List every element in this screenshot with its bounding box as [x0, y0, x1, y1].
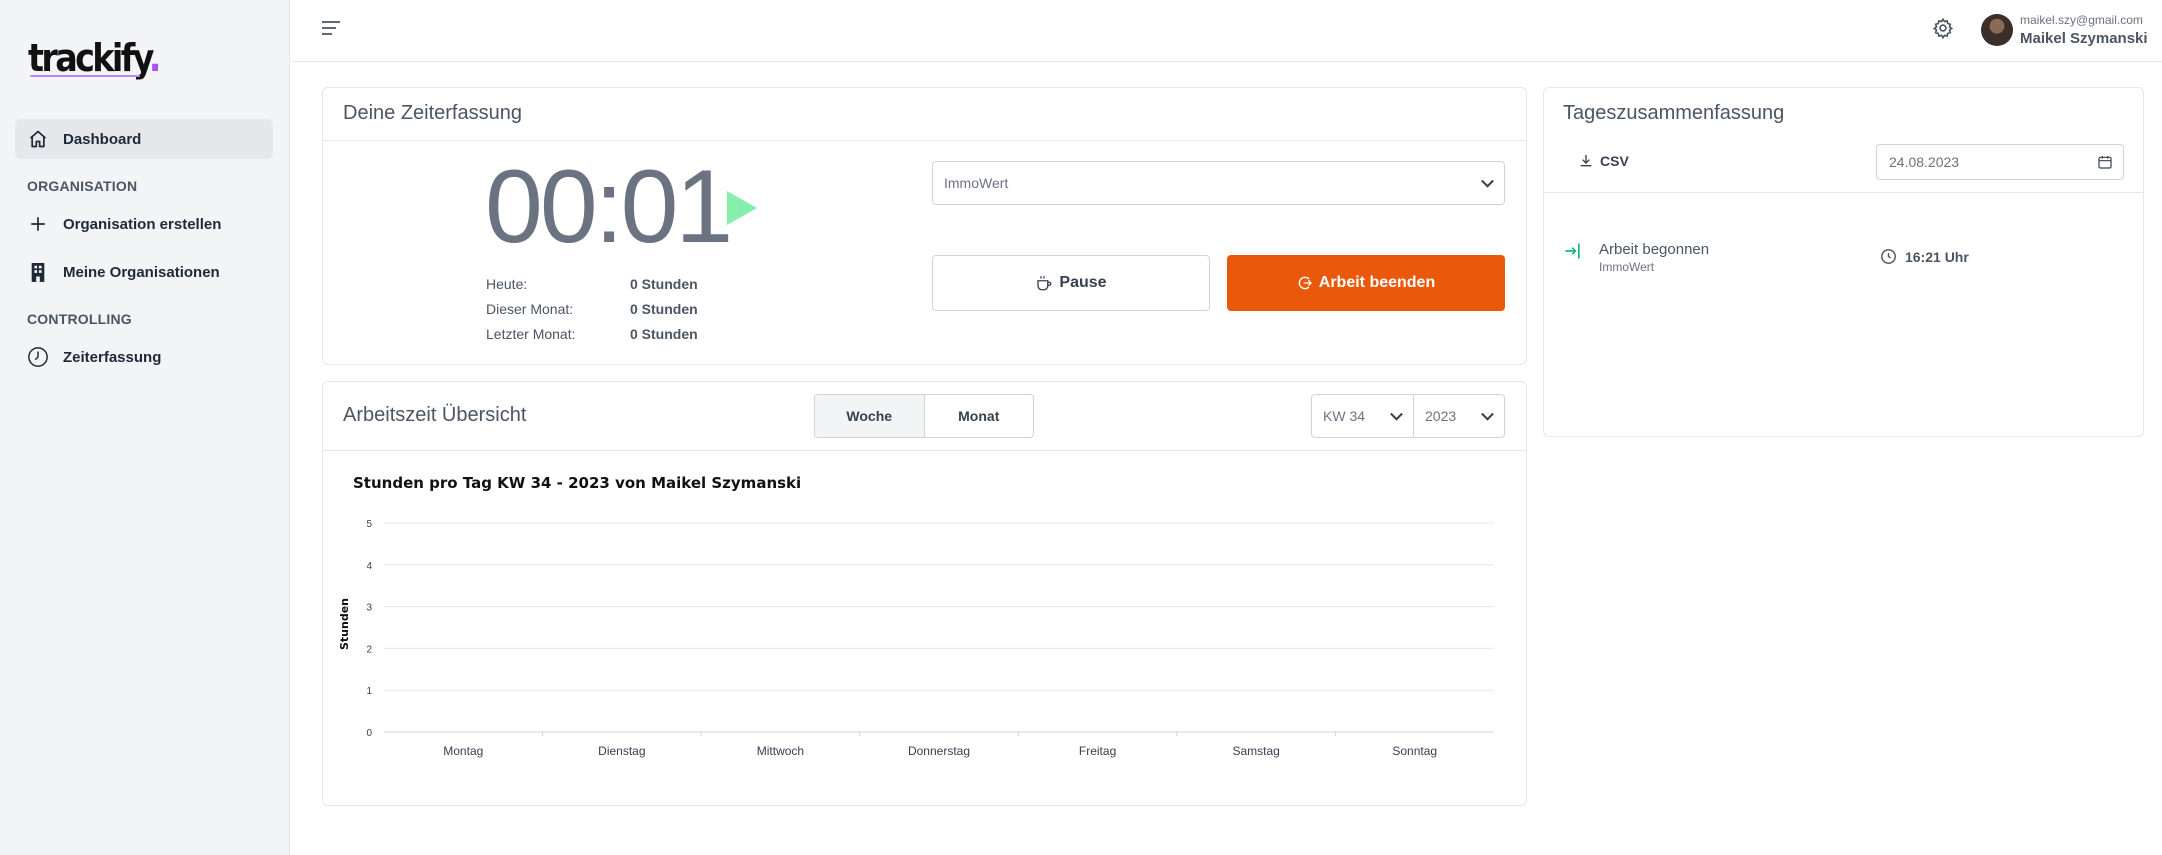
- app-logo[interactable]: trackify.: [28, 36, 162, 80]
- home-icon: [27, 128, 49, 150]
- plus-icon: [27, 213, 49, 235]
- menu-toggle-icon[interactable]: [321, 20, 343, 40]
- coffee-icon: [1035, 274, 1053, 292]
- time-tracking-title: Deine Zeiterfassung: [343, 102, 522, 124]
- building-icon: [27, 261, 49, 283]
- stat-value-last-month: 0 Stunden: [630, 326, 698, 342]
- project-select[interactable]: ImmoWert: [932, 161, 1505, 205]
- sidebar-item-my-orgs[interactable]: Meine Organisationen: [15, 252, 273, 292]
- user-email: maikel.szy@gmail.com: [2020, 13, 2143, 27]
- pause-button[interactable]: Pause: [932, 255, 1210, 311]
- play-icon[interactable]: [727, 191, 757, 225]
- daily-summary-title: Tageszusammenfassung: [1563, 102, 1785, 124]
- entry-time: 16:21 Uhr: [1880, 248, 1969, 265]
- logo-underline: [30, 75, 140, 77]
- card-divider: [323, 450, 1526, 451]
- stop-work-button[interactable]: Arbeit beenden: [1227, 255, 1505, 311]
- x-tick-label: Dienstag: [598, 744, 645, 758]
- date-picker[interactable]: 24.08.2023: [1876, 144, 2124, 180]
- y-tick-label: 5: [366, 519, 372, 530]
- card-divider: [323, 140, 1526, 141]
- stat-label-today: Heute:: [486, 276, 528, 292]
- clock-icon: [1880, 248, 1897, 265]
- sidebar-item-label: Zeiterfassung: [63, 348, 162, 366]
- avatar[interactable]: [1981, 14, 2013, 46]
- y-tick-label: 1: [366, 686, 372, 697]
- tab-month[interactable]: Monat: [925, 395, 1034, 437]
- stat-label-month: Dieser Monat:: [486, 301, 574, 317]
- y-tick-label: 0: [366, 728, 372, 739]
- year-select[interactable]: 2023: [1413, 394, 1505, 438]
- stat-value-today: 0 Stunden: [630, 276, 698, 292]
- week-select-value: KW 34: [1323, 408, 1366, 424]
- download-icon: [1578, 153, 1594, 169]
- sidebar-item-org-create[interactable]: Organisation erstellen: [15, 204, 273, 244]
- csv-label: CSV: [1600, 153, 1629, 169]
- y-tick-label: 3: [366, 603, 372, 614]
- entry-project: ImmoWert: [1599, 260, 1655, 274]
- sidebar-item-label: Meine Organisationen: [63, 263, 220, 281]
- project-select-value: ImmoWert: [944, 175, 1009, 191]
- stat-value-month: 0 Stunden: [630, 301, 698, 317]
- sidebar-item-dashboard[interactable]: Dashboard: [15, 119, 273, 159]
- x-tick-label: Donnerstag: [908, 744, 970, 758]
- timer-display: 00:01: [485, 149, 733, 265]
- section-organisation: ORGANISATION: [27, 178, 138, 194]
- top-bar: maikel.szy@gmail.com Maikel Szymanski: [291, 0, 2162, 62]
- chevron-down-icon: [1390, 407, 1403, 421]
- gear-icon[interactable]: [1932, 17, 1956, 41]
- tab-week[interactable]: Woche: [815, 395, 925, 437]
- y-tick-label: 2: [366, 644, 372, 655]
- card-divider: [1544, 192, 2143, 193]
- clock-icon: [27, 346, 49, 368]
- entry-label: Arbeit begonnen: [1599, 241, 1710, 258]
- sidebar-item-time-tracking[interactable]: Zeiterfassung: [15, 337, 273, 377]
- x-tick-label: Samstag: [1232, 744, 1279, 758]
- year-select-value: 2023: [1425, 408, 1457, 424]
- stop-work-label: Arbeit beenden: [1318, 274, 1436, 291]
- x-tick-label: Sonntag: [1392, 744, 1437, 758]
- entry-time-value: 16:21 Uhr: [1905, 248, 1969, 265]
- csv-download-button[interactable]: CSV: [1578, 153, 1629, 169]
- pause-button-label: Pause: [1059, 274, 1107, 291]
- section-controlling: CONTROLLING: [27, 311, 132, 327]
- y-tick-label: 4: [366, 561, 372, 572]
- chevron-down-icon: [1481, 174, 1494, 188]
- hours-chart: 0 1 2 3 4 5 Montag Dienstag Mittwoch Donnerstag Fr…: [366, 519, 1494, 758]
- stat-label-last-month: Letzter Monat:: [486, 326, 576, 342]
- week-select[interactable]: KW 34: [1311, 394, 1414, 438]
- sidebar-item-label: Dashboard: [63, 130, 142, 148]
- chart-title: Stunden pro Tag KW 34 - 2023 von Maikel …: [353, 474, 802, 492]
- sidebar: trackify. Dashboard ORGANISATION Organis…: [0, 0, 290, 855]
- overview-title: Arbeitszeit Übersicht: [343, 404, 527, 426]
- calendar-icon[interactable]: [2097, 154, 2113, 173]
- user-name: Maikel Szymanski: [2020, 30, 2148, 47]
- period-toggle: Woche Monat: [814, 394, 1034, 438]
- date-value: 24.08.2023: [1889, 154, 1960, 170]
- x-tick-label: Montag: [443, 744, 483, 758]
- logout-icon: [1297, 275, 1313, 291]
- sign-in-icon: [1563, 241, 1583, 266]
- x-tick-label: Mittwoch: [757, 744, 804, 758]
- x-tick-label: Freitag: [1079, 744, 1116, 758]
- sidebar-item-label: Organisation erstellen: [63, 215, 222, 233]
- chevron-down-icon: [1481, 407, 1494, 421]
